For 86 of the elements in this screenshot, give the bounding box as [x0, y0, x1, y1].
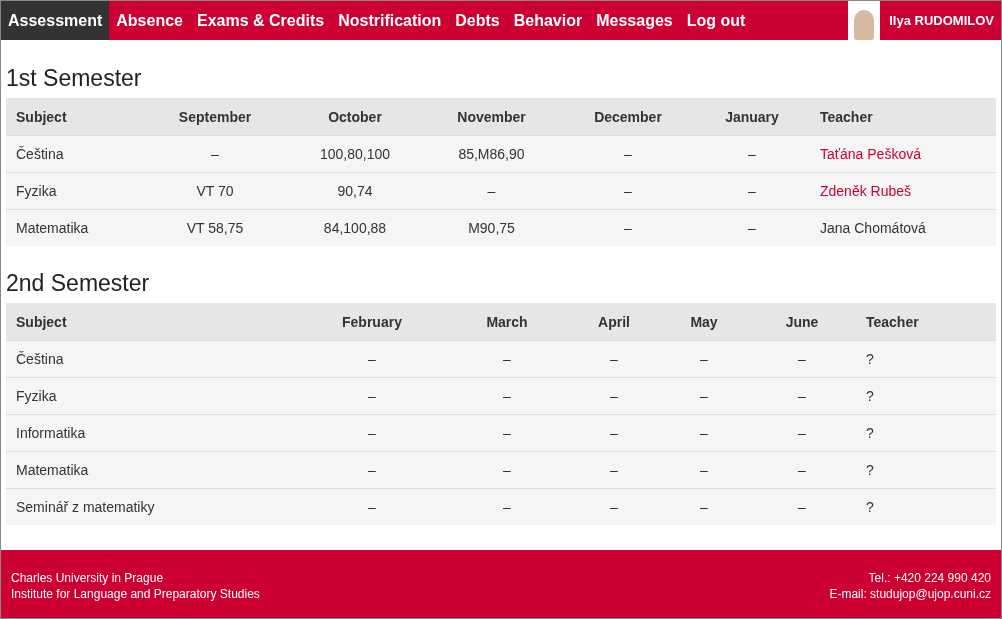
footer-text: E-mail: studujop@ujop.cuni.cz — [829, 586, 991, 602]
footer-text: Charles University in Prague — [11, 570, 165, 586]
nav-tab[interactable]: Absence — [109, 1, 190, 40]
nav-tab[interactable]: Nostrification — [331, 1, 449, 40]
nav-tab[interactable]: Log out — [679, 1, 753, 40]
table-cell: – — [421, 172, 562, 210]
column-header: Subject — [6, 98, 141, 136]
table-cell: M90,75 — [421, 209, 562, 246]
table-cell: – — [748, 451, 856, 489]
table-cell: 90,74 — [289, 172, 421, 210]
table-cell: Seminář z matematiky — [6, 488, 298, 525]
table-cell: – — [446, 340, 568, 378]
table-cell: – — [568, 377, 660, 415]
table-cell: – — [568, 451, 660, 489]
table-cell: Informatika — [6, 414, 298, 452]
table-cell: – — [694, 172, 810, 210]
column-header: November — [421, 98, 562, 136]
table-cell: 84,100,88 — [289, 209, 421, 246]
column-header: February — [298, 303, 446, 341]
table-cell: – — [562, 209, 694, 246]
table-cell: – — [660, 414, 748, 452]
footer-text: Tel.: +420 224 990 420 — [868, 570, 991, 586]
table-cell: ? — [856, 488, 996, 525]
column-header: March — [446, 303, 568, 341]
nav-tab[interactable]: Messages — [589, 1, 680, 40]
table-cell: – — [141, 135, 289, 173]
table-cell: – — [748, 488, 856, 525]
column-header: Teacher — [856, 303, 996, 341]
column-header: January — [694, 98, 810, 136]
column-header: Subject — [6, 303, 298, 341]
table-cell: ? — [856, 414, 996, 452]
table-cell: – — [660, 488, 748, 525]
table-cell: VT 70 — [141, 172, 289, 210]
table-cell: – — [298, 377, 446, 415]
section-title: 2nd Semester — [6, 270, 151, 297]
table-cell: – — [748, 377, 856, 415]
nav-tab[interactable]: Behavior — [506, 1, 590, 40]
table-cell: ? — [856, 340, 996, 378]
table-cell: – — [562, 135, 694, 173]
table-cell: – — [298, 414, 446, 452]
nav-tab[interactable]: Debts — [448, 1, 507, 40]
table-cell: – — [568, 414, 660, 452]
table-cell: – — [694, 135, 810, 173]
table-cell: – — [694, 209, 810, 246]
table-cell: – — [446, 377, 568, 415]
table-cell: Matematika — [6, 451, 298, 489]
table-cell: ? — [856, 451, 996, 489]
table-cell: Matematika — [6, 209, 141, 246]
section-title: 1st Semester — [6, 65, 143, 92]
column-header: October — [289, 98, 421, 136]
table-cell: ? — [856, 377, 996, 415]
footer-text: Institute for Language and Preparatory Studies — [11, 586, 260, 602]
column-header: September — [141, 98, 289, 136]
column-header: April — [568, 303, 660, 341]
teacher-link[interactable]: Zdeněk Rubeš — [810, 172, 996, 210]
table-cell: – — [446, 414, 568, 452]
table-cell: – — [446, 488, 568, 525]
table-cell: – — [446, 451, 568, 489]
table-cell: Čeština — [6, 135, 141, 173]
table-cell: – — [660, 377, 748, 415]
table-cell: Fyzika — [6, 377, 298, 415]
column-header: Teacher — [810, 98, 996, 136]
nav-tab[interactable]: Assessment — [1, 1, 110, 40]
table-cell: – — [660, 340, 748, 378]
column-header: December — [562, 98, 694, 136]
user-name: Ilya RUDOMILOV — [889, 13, 994, 28]
table-cell: – — [298, 488, 446, 525]
table-cell: – — [298, 340, 446, 378]
table-cell: VT 58,75 — [141, 209, 289, 246]
table-cell: Čeština — [6, 340, 298, 378]
nav-tab[interactable]: Exams & Credits — [190, 1, 332, 40]
table-cell: Jana Chomátová — [810, 209, 996, 246]
table-cell: – — [562, 172, 694, 210]
column-header: June — [748, 303, 856, 341]
table-cell: Fyzika — [6, 172, 141, 210]
table-cell: – — [748, 340, 856, 378]
table-cell: 85,M86,90 — [421, 135, 562, 173]
table-cell: – — [568, 488, 660, 525]
table-cell: – — [568, 340, 660, 378]
teacher-link[interactable]: Taťána Pešková — [810, 135, 996, 173]
table-cell: – — [748, 414, 856, 452]
table-cell: – — [298, 451, 446, 489]
photo-placeholder — [848, 1, 881, 40]
table-cell: – — [660, 451, 748, 489]
table-cell: 100,80,100 — [289, 135, 421, 173]
column-header: May — [660, 303, 748, 341]
